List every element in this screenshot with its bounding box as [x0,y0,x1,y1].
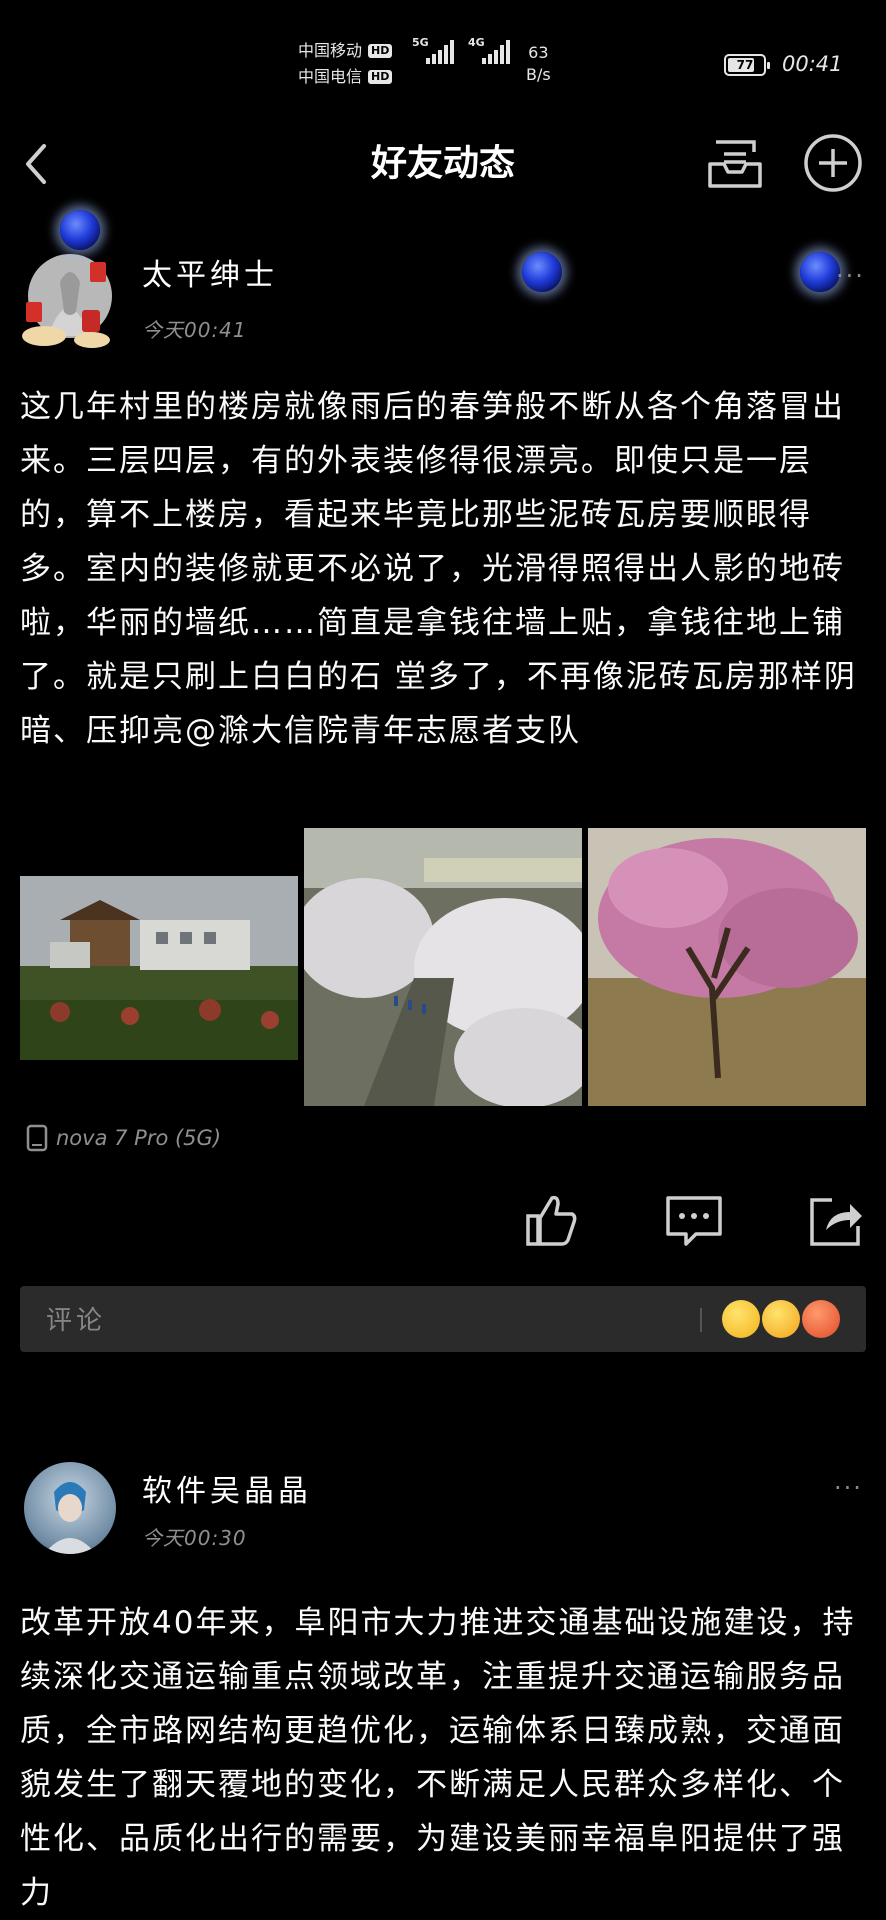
avatar[interactable] [24,1462,116,1554]
carrier-2: 中国电信 [298,67,363,86]
comment-button[interactable] [664,1190,724,1250]
post-text: 改革开放40年来，阜阳市大力推进交通基础设施建设，持续深化交通运输重点领域改革，… [20,1605,856,1911]
post-time: 今天00:41 [142,318,247,342]
carrier-info: 中国移动 HD 中国电信 HD [298,38,393,90]
post-text: 这几年村里的楼房就像雨后的春笋般不断从各个角落冒出来。三层四层，有的外表装修得很… [20,389,857,749]
avatar-image [44,1482,96,1554]
net-type-1: 5G [412,36,429,49]
share-icon [810,1198,862,1246]
plus-circle-icon [804,134,862,192]
phone-icon [26,1124,48,1152]
signal-4g-icon: 4G [468,36,510,64]
post-time: 今天00:30 [142,1526,247,1550]
post-author[interactable]: 软件吴晶晶 [142,1466,312,1510]
device-info: nova 7 Pro (5G) [26,1124,221,1152]
more-options-icon[interactable]: ··· [834,1474,863,1502]
network-speed: 63 B/s [526,42,551,86]
speed-unit: B/s [526,65,551,84]
message-tray-icon [708,140,762,188]
battery-level: 77 [736,58,754,72]
decoration-orb [800,252,840,292]
post-image-blossom-path[interactable] [304,828,582,1106]
comment-icon [666,1196,722,1246]
like-button[interactable] [522,1190,582,1250]
net-type-2: 4G [468,36,485,49]
battery-icon: 77 [724,54,770,76]
inbox-button[interactable] [704,132,766,194]
decoration-orb [522,252,562,292]
angry-emoji-icon[interactable] [802,1300,840,1338]
post-image-village[interactable] [20,876,298,1060]
add-post-button[interactable] [802,132,864,194]
share-button[interactable] [806,1190,866,1250]
hd-badge: HD [368,44,393,58]
divider [700,1308,702,1332]
signal-5g-icon: 5G [412,36,454,64]
avatar[interactable] [20,232,116,350]
laugh-cry-emoji-icon[interactable] [762,1300,800,1338]
grin-emoji-icon[interactable] [722,1300,760,1338]
status-time: 00:41 [782,52,843,76]
hd-badge: HD [368,70,393,84]
like-icon [526,1195,577,1246]
status-bar: 中国移动 HD 中国电信 HD 5G 4G 63 B/s 77 00:41 [0,0,886,120]
signal-indicators: 5G 4G [412,36,510,64]
decoration-orb [60,210,100,250]
more-options-icon[interactable]: ··· [836,262,865,290]
device-name: nova 7 Pro (5G) [56,1126,222,1150]
comment-placeholder: 评论 [46,1306,107,1336]
post-image-peach-tree[interactable] [588,828,866,1106]
post-author[interactable]: 太平绅士 [142,250,278,294]
comment-input[interactable]: 评论 [20,1286,866,1352]
speed-value: 63 [528,43,549,62]
carrier-1: 中国移动 [298,41,363,60]
avatar-image [22,254,112,348]
